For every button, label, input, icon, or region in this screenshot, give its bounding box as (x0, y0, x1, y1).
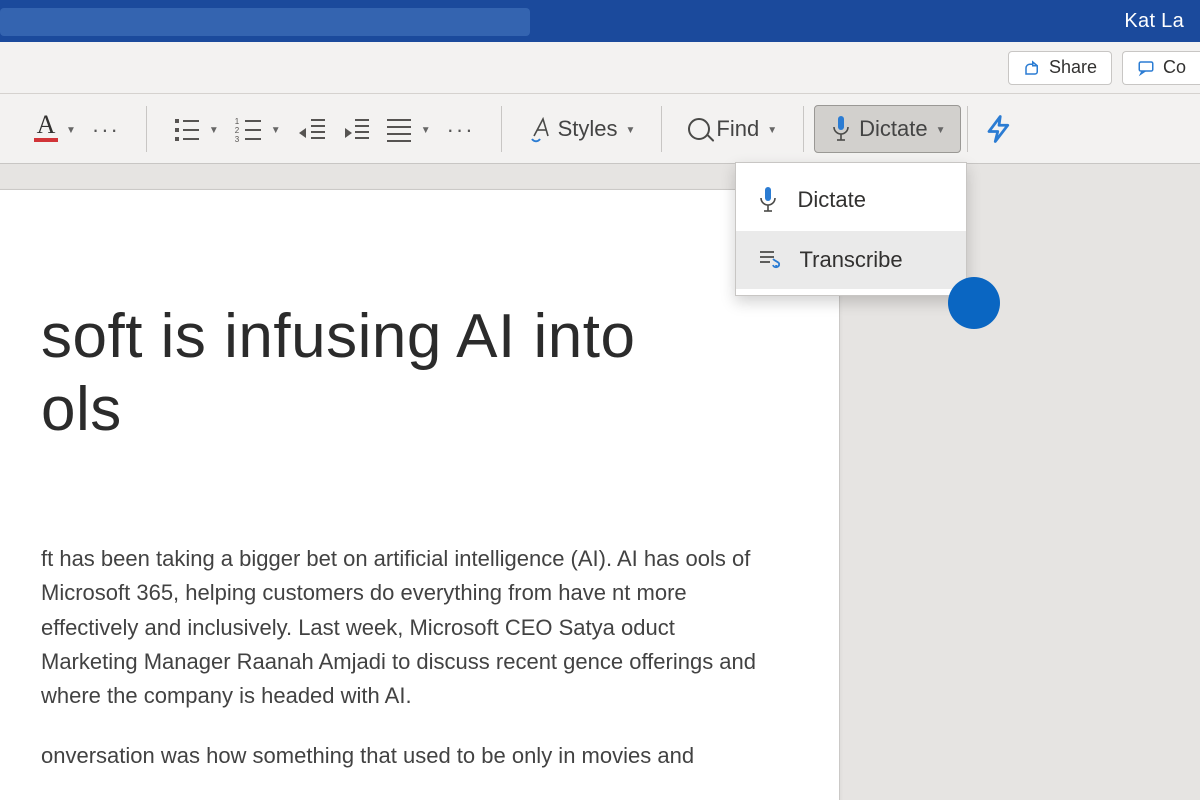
share-icon (1023, 59, 1041, 77)
cursor-indicator (948, 277, 1000, 329)
find-label: Find (716, 116, 759, 142)
lightning-icon (984, 112, 1014, 146)
chevron-down-icon (624, 122, 636, 136)
menu-item-label: Transcribe (800, 247, 903, 273)
ribbon-group-font: A ··· (8, 94, 146, 163)
comments-button[interactable]: Co (1122, 51, 1200, 85)
decrease-indent-icon (297, 115, 325, 143)
dictate-menu-transcribe[interactable]: Transcribe (736, 231, 966, 289)
dictate-button[interactable]: Dictate (814, 105, 960, 153)
chevron-down-icon (765, 122, 777, 136)
ribbon-group-paragraph: 123 ··· (147, 94, 501, 163)
document-paragraph: ft has been taking a bigger bet on artif… (41, 542, 767, 712)
styles-label: Styles (558, 116, 618, 142)
align-left-icon (385, 115, 413, 143)
dictate-label: Dictate (859, 116, 927, 142)
microphone-icon (829, 114, 853, 144)
search-icon (688, 118, 710, 140)
user-name-label[interactable]: Kat La (1124, 10, 1184, 33)
transcribe-icon (756, 247, 782, 273)
increase-indent-button[interactable] (333, 105, 377, 153)
increase-indent-icon (341, 115, 369, 143)
font-more-button[interactable]: ··· (84, 105, 128, 153)
find-button[interactable]: Find (680, 105, 785, 153)
chevron-down-icon (269, 122, 281, 136)
document-title: soft is infusing AI into ols (41, 300, 767, 446)
styles-button[interactable]: Styles (520, 105, 644, 153)
titlebar: Kat La (0, 0, 1200, 42)
decrease-indent-button[interactable] (289, 105, 333, 153)
align-button[interactable] (377, 105, 439, 153)
action-row: Share Co (0, 42, 1200, 94)
ellipsis-icon: ··· (447, 115, 475, 143)
ribbon-group-dictate: Dictate Dictate Transcribe (804, 94, 966, 163)
editor-button[interactable] (976, 105, 1022, 153)
comment-icon (1137, 59, 1155, 77)
chevron-down-icon (207, 122, 219, 136)
bullet-list-button[interactable] (165, 105, 227, 153)
numbered-list-icon: 123 (235, 115, 263, 143)
share-button[interactable]: Share (1008, 51, 1112, 85)
comments-label: Co (1163, 57, 1186, 78)
dictate-dropdown: Dictate Transcribe (735, 162, 967, 296)
document-page[interactable]: soft is infusing AI into ols ft has been… (0, 189, 840, 800)
ribbon-group-styles: Styles (502, 94, 662, 163)
numbered-list-button[interactable]: 123 (227, 105, 289, 153)
ribbon-group-find: Find (662, 94, 803, 163)
dictate-menu-dictate[interactable]: Dictate (736, 169, 966, 231)
styles-icon (528, 114, 552, 144)
chevron-down-icon (419, 122, 431, 136)
title-search-area[interactable] (0, 8, 530, 36)
menu-item-label: Dictate (798, 187, 866, 213)
paragraph-more-button[interactable]: ··· (439, 105, 483, 153)
bullet-list-icon (173, 115, 201, 143)
font-color-button[interactable]: A (26, 105, 84, 153)
font-color-icon: A (34, 115, 58, 143)
chevron-down-icon (934, 122, 946, 136)
document-canvas[interactable]: soft is infusing AI into ols ft has been… (0, 164, 1200, 800)
ellipsis-icon: ··· (92, 115, 120, 143)
ribbon-group-editor (968, 94, 1030, 163)
microphone-icon (756, 185, 780, 215)
ribbon: A ··· 123 ··· (0, 94, 1200, 164)
document-paragraph: onversation was how something that used … (41, 739, 767, 773)
share-label: Share (1049, 57, 1097, 78)
chevron-down-icon (64, 122, 76, 136)
